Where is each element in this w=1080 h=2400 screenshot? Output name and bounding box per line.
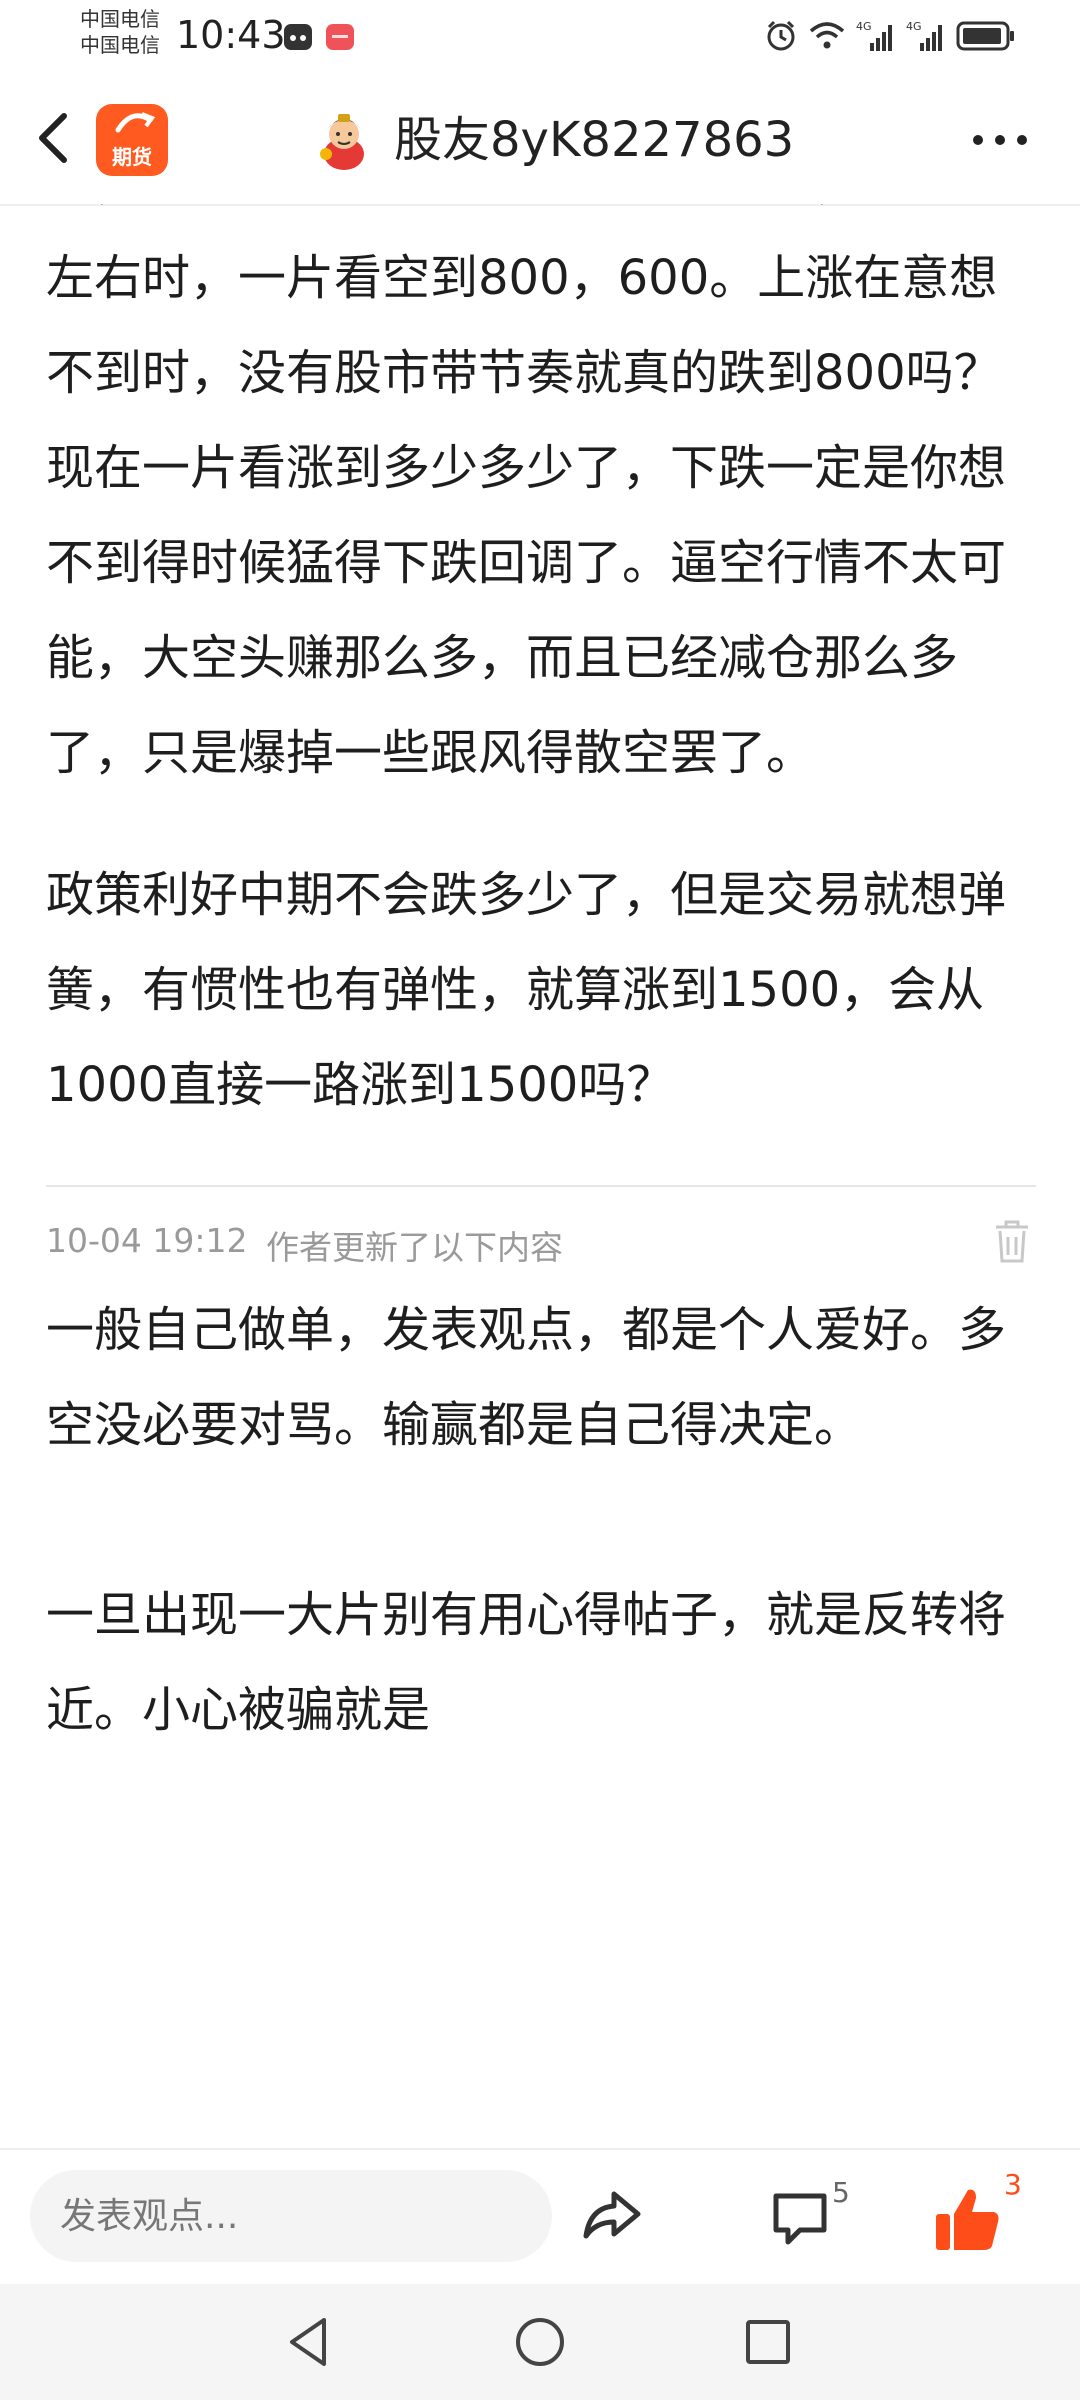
app-logo-icon xyxy=(115,112,156,133)
comment-icon xyxy=(773,2193,827,2245)
status-clock: 10:43 xyxy=(176,13,286,57)
page-header: 期货 股友8yK8227863 xyxy=(0,72,1080,206)
nav-home-icon[interactable] xyxy=(510,2312,570,2372)
carrier-label-2: 中国电信 xyxy=(80,33,160,57)
app-logo-label: 期货 xyxy=(112,145,152,169)
app-logo[interactable]: 期货 xyxy=(96,104,168,176)
comment-input[interactable] xyxy=(30,2170,552,2262)
post-paragraph-1: 了，这些大不敢交易。大家是否记得，在1030左右时，一片看空到800，600。上… xyxy=(46,204,1032,781)
wifi-icon xyxy=(809,22,845,49)
update-note: 作者更新了以下内容 xyxy=(266,1228,563,1267)
battery-icon xyxy=(956,21,1014,51)
system-nav-bar xyxy=(0,2284,1080,2400)
avatar-icon[interactable] xyxy=(312,108,376,172)
post-content: 了，这些大不敢交易。大家是否记得，在1030左右时，一片看空到800，600。上… xyxy=(46,204,1036,2144)
trash-icon[interactable] xyxy=(992,1217,1032,1265)
game-controller-icon xyxy=(284,24,312,50)
like-button[interactable]: 3 xyxy=(932,2170,1042,2260)
carrier-label-1: 中国电信 xyxy=(80,7,160,31)
post-paragraph-4: 一旦出现一大片别有用心得帖子，就是反转将近。小心被骗就是 xyxy=(46,1587,1007,1738)
comments-button[interactable]: 5 xyxy=(770,2178,880,2254)
carrier-labels: 中国电信 中国电信 xyxy=(80,6,160,58)
update-timestamp: 10-04 19:12 xyxy=(46,1221,248,1260)
more-icon[interactable] xyxy=(964,116,1036,164)
comment-count: 5 xyxy=(832,2176,850,2209)
app-notification-icon xyxy=(326,24,354,50)
back-button[interactable] xyxy=(24,106,88,170)
update-info-row: 10-04 19:12 作者更新了以下内容 xyxy=(46,1193,1036,1283)
thumbs-up-icon xyxy=(936,2189,999,2250)
bottom-action-bar: 5 3 xyxy=(0,2148,1080,2284)
network-label-1: 4G xyxy=(856,20,872,33)
nav-back-icon[interactable] xyxy=(280,2312,340,2372)
signal-icon-2: 4G xyxy=(906,20,942,51)
signal-icon-1: 4G xyxy=(856,20,892,51)
nav-recent-icon[interactable] xyxy=(738,2312,798,2372)
content-divider xyxy=(46,1185,1036,1187)
page-title: 股友8yK8227863 xyxy=(394,112,795,168)
post-paragraph-2: 政策利好中期不会跌多少了，但是交易就想弹簧，有惯性也有弹性，就算涨到1500，会… xyxy=(46,867,1007,1113)
share-icon[interactable] xyxy=(578,2180,648,2250)
status-indicators: 4G 4G xyxy=(764,16,1016,56)
status-bar: 中国电信 中国电信 10:43 4G 4G xyxy=(0,0,1080,72)
network-label-2: 4G xyxy=(906,20,922,33)
post-paragraph-3: 一般自己做单，发表观点，都是个人爱好。多空没必要对骂。输赢都是自己得决定。 xyxy=(46,1302,1007,1453)
alarm-icon xyxy=(767,20,795,51)
like-count: 3 xyxy=(1004,2168,1022,2201)
